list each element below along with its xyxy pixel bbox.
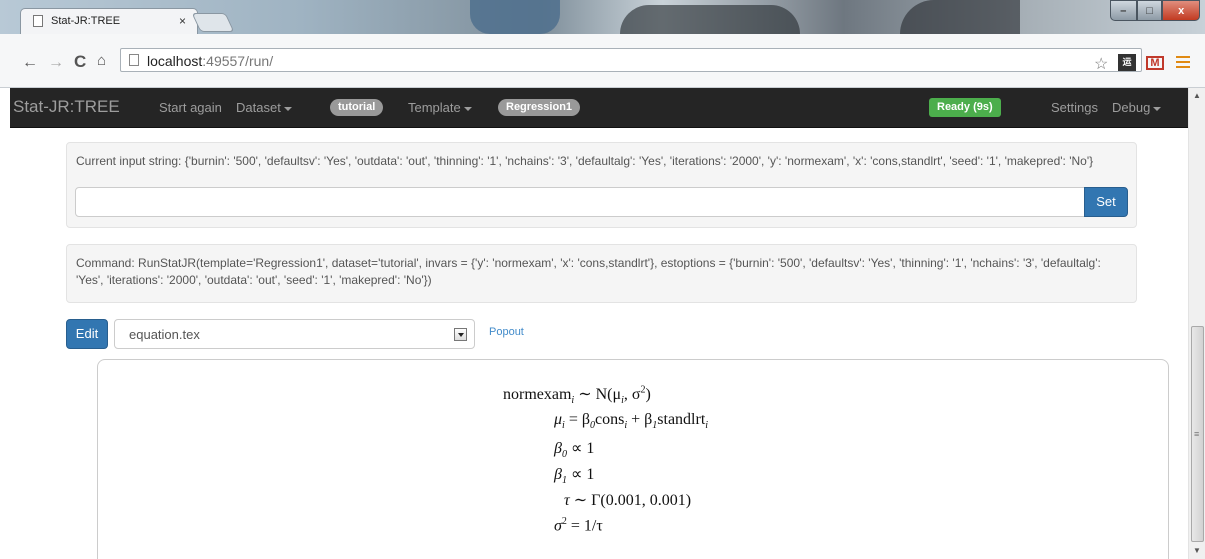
edit-button[interactable]: Edit <box>66 319 108 349</box>
selected-file: equation.tex <box>129 327 200 342</box>
equation-line-5: τ ∼ Γ(0.001, 0.001) <box>564 492 692 509</box>
equation-line-3: β0 ∝ 1 <box>554 440 595 461</box>
set-button[interactable]: Set <box>1084 187 1128 217</box>
grip-icon: ≡ <box>1194 429 1200 439</box>
template-badge: Regression1 <box>498 99 581 116</box>
input-string-field[interactable] <box>75 187 1085 217</box>
window-titlebar: Stat-JR:TREE × – □ x <box>0 0 1205 34</box>
address-bar[interactable]: localhost:49557/run/ <box>120 48 1142 72</box>
equation-line-4: β1 ∝ 1 <box>554 466 595 487</box>
command-text: Command: RunStatJR(template='Regression1… <box>76 256 1101 287</box>
dataset-dropdown[interactable]: Dataset <box>236 100 292 115</box>
file-select[interactable]: equation.tex <box>114 319 475 349</box>
dataset-label: Dataset <box>236 100 281 115</box>
wallpaper-shape <box>470 0 560 34</box>
window-controls: – □ x <box>1110 0 1200 21</box>
extension-icon[interactable]: 运 <box>1118 54 1136 71</box>
page-icon <box>33 15 43 27</box>
menu-icon[interactable] <box>1176 56 1190 68</box>
app-navbar: Stat-JR:TREE Start again Dataset tutoria… <box>10 88 1188 128</box>
tab-close-icon[interactable]: × <box>179 14 186 28</box>
home-icon[interactable]: ⌂ <box>97 52 106 69</box>
debug-label: Debug <box>1112 100 1151 115</box>
app-brand[interactable]: Stat-JR:TREE <box>13 97 120 117</box>
wallpaper-shape <box>620 5 800 34</box>
url-text: localhost:49557/run/ <box>147 53 274 69</box>
tab-title: Stat-JR:TREE <box>51 15 121 27</box>
equation-line-6: σ2 = 1/τ <box>554 516 603 535</box>
browser-tab[interactable]: Stat-JR:TREE × <box>20 8 198 34</box>
current-input-string: Current input string: {'burnin': '500', … <box>76 154 1094 168</box>
page-scrollbar[interactable]: ▲ ≡ ▼ <box>1188 88 1205 559</box>
gmail-icon[interactable]: M <box>1146 56 1164 70</box>
input-row: Set <box>75 187 1128 217</box>
start-again-link[interactable]: Start again <box>159 100 222 115</box>
dropdown-arrow-icon[interactable] <box>454 328 467 341</box>
template-dropdown[interactable]: Template <box>408 100 472 115</box>
equation-line-1: normexami ∼ N(μi, σ2) <box>503 384 651 407</box>
equation-panel: normexami ∼ N(μi, σ2) μi = β0consi + β1s… <box>97 359 1169 559</box>
page-icon <box>129 54 139 66</box>
status-badge: Ready (9s) <box>929 98 1001 117</box>
reload-icon[interactable]: C <box>74 52 86 72</box>
template-label: Template <box>408 100 461 115</box>
caret-down-icon <box>1153 106 1162 111</box>
wallpaper-shape <box>900 0 1020 34</box>
scroll-down-icon[interactable]: ▼ <box>1193 546 1201 555</box>
popout-link[interactable]: Popout <box>489 326 524 338</box>
command-panel: Command: RunStatJR(template='Regression1… <box>66 244 1137 303</box>
debug-dropdown[interactable]: Debug <box>1112 100 1162 115</box>
maximize-button[interactable]: □ <box>1136 0 1163 21</box>
back-arrow-icon[interactable]: ← <box>22 54 38 72</box>
input-string-panel: Current input string: {'burnin': '500', … <box>66 142 1137 228</box>
dataset-badge: tutorial <box>330 99 384 116</box>
equation-line-2: μi = β0consi + β1standlrti <box>554 411 709 432</box>
close-window-button[interactable]: x <box>1162 0 1200 21</box>
bookmark-star-icon[interactable]: ☆ <box>1094 54 1108 74</box>
scroll-up-icon[interactable]: ▲ <box>1193 91 1201 100</box>
minimize-button[interactable]: – <box>1110 0 1137 21</box>
browser-toolbar: ← → C ⌂ localhost:49557/run/ ☆ 运 M <box>0 34 1205 88</box>
caret-down-icon <box>283 106 292 111</box>
forward-arrow-icon[interactable]: → <box>48 54 64 72</box>
settings-link[interactable]: Settings <box>1051 100 1098 115</box>
caret-down-icon <box>463 106 472 111</box>
